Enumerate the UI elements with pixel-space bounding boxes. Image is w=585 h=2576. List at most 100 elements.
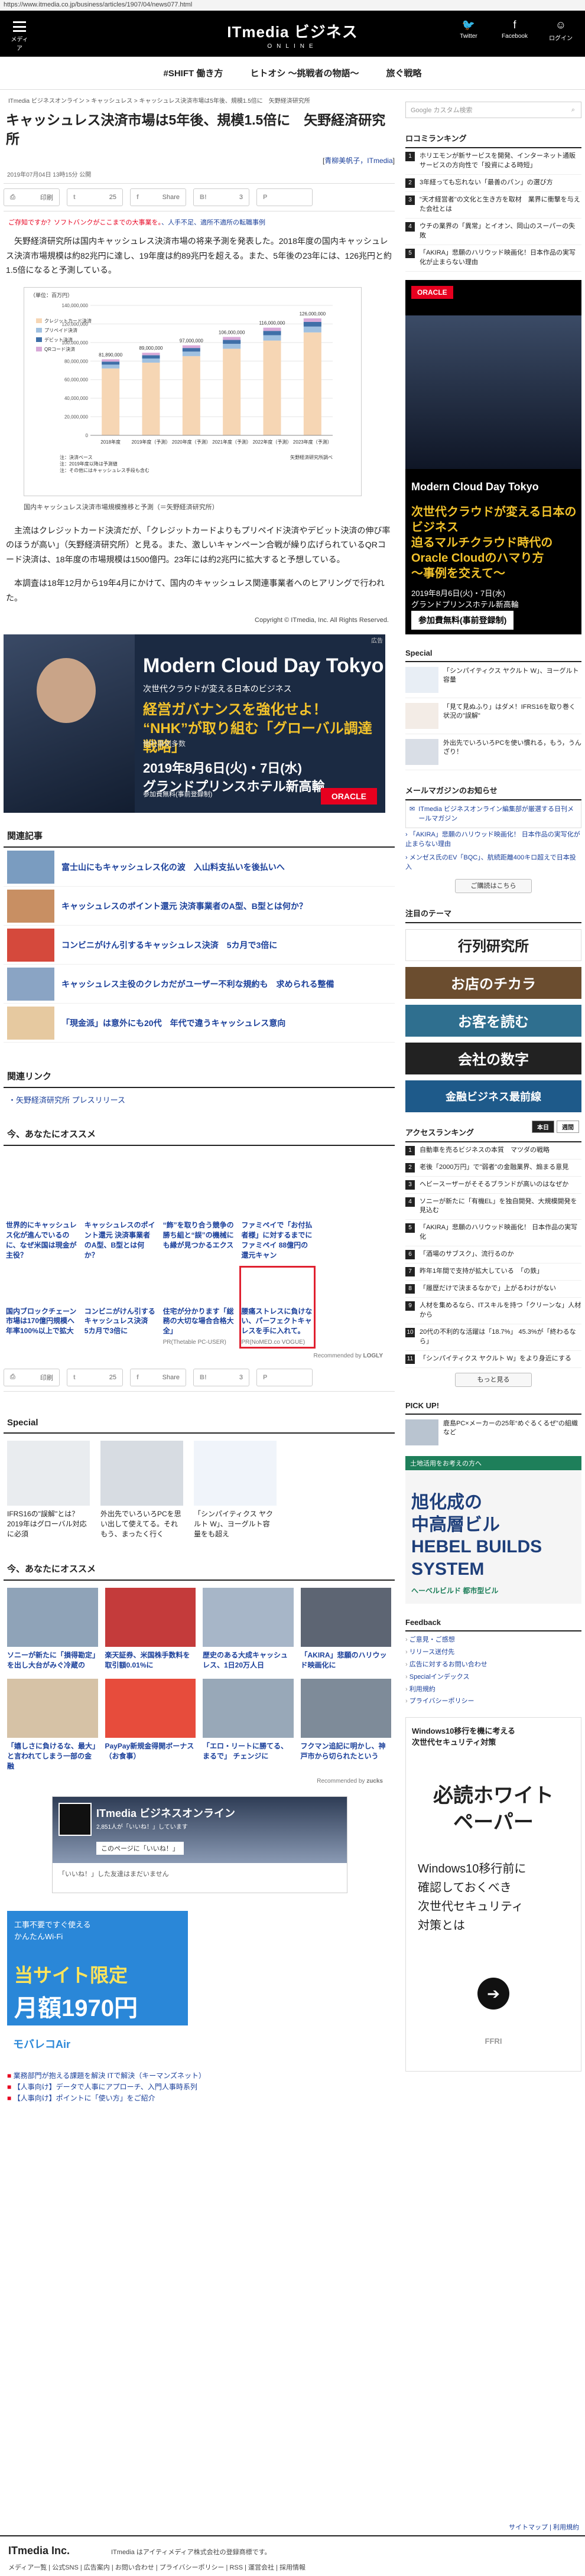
- text-link[interactable]: 【人事向け】データで人事にアプローチ、入門人事時系列: [7, 2082, 391, 2093]
- whitepaper-ad[interactable]: Windows10移行を機に考える 次世代セキュリティ対策 必読ホワイト ペーパ…: [405, 1717, 581, 2072]
- print-button[interactable]: ⎙ 印刷: [4, 1368, 60, 1386]
- site-logo[interactable]: ITmedia ビジネス ONLINE: [227, 20, 358, 50]
- tweet-button[interactable]: t 25: [67, 188, 123, 207]
- oracle-ad-banner[interactable]: 広告 Modern Cloud Day Tokyo 次世代クラウドが変える日本の…: [4, 634, 385, 813]
- register-button[interactable]: 参加費無料(事前登録制): [411, 610, 514, 630]
- recommend2-item[interactable]: 「嬉しさに負けるな、最大」と言われてしまう一部の金融: [7, 1678, 98, 1771]
- recommend2-item[interactable]: 歴史のある大成キャッシュレス、1日20万人日: [203, 1588, 294, 1670]
- arrow-right-icon[interactable]: ➔: [477, 1978, 509, 2010]
- recommend-item[interactable]: コンビニがけん引するキャッシュレス決済 5カ月で3倍に: [84, 1267, 157, 1347]
- facebook-page-card[interactable]: ITmedia ビジネスオンライン 2,851人が「いいね！」しています このペ…: [52, 1796, 347, 1894]
- mail-item[interactable]: ✉ ITmedia ビジネスオンライン編集部が厳選する日刊メールマガジン: [405, 800, 581, 828]
- recommend2-item[interactable]: ソニーが新たに「損得勘定」を出し大台がみぐ冷蔵の: [7, 1588, 98, 1670]
- hebel-ad[interactable]: 土地活用をお考えの方へ 旭化成の 中高層ビル HEBEL BUILDS SYST…: [405, 1456, 581, 1604]
- menu-button[interactable]: メディア: [8, 19, 31, 52]
- breadcrumb[interactable]: ITmedia ビジネスオンライン > キャッシュレス > キャッシュレス決済市…: [4, 90, 395, 110]
- footer-logo[interactable]: ITmedia Inc.: [8, 2545, 70, 2557]
- access-item[interactable]: 9 人材を集めるなら、ITスキルを持つ「クリーンな」人材から: [405, 1298, 581, 1325]
- recommend-item[interactable]: [320, 1152, 392, 1260]
- pocket-button[interactable]: P: [256, 1368, 313, 1386]
- oracle-side-ad[interactable]: ORACLE Modern Cloud Day Tokyo 次世代クラウドが変え…: [405, 279, 581, 634]
- pocket-button[interactable]: P: [256, 188, 313, 207]
- access-item[interactable]: 5 「AKIRA」悲願のハリウッド映画化！ 日本作品の実写化: [405, 1220, 581, 1247]
- tweet-button[interactable]: t 25: [67, 1368, 123, 1386]
- author-link[interactable]: 青柳美帆子，ITmedia: [324, 157, 392, 165]
- related-item[interactable]: 「現金派」は意外にも20代 年代で違うキャッシュレス意向: [4, 1004, 395, 1043]
- facebook-share-button[interactable]: f Share: [130, 188, 186, 207]
- tab-weekly[interactable]: 週間: [557, 1120, 579, 1133]
- search-icon[interactable]: ⌕: [571, 106, 575, 114]
- mail-item[interactable]: › 「AKIRA」悲願のハリウッド映画化！ 日本作品の実写化が止まらない理由: [405, 828, 581, 851]
- sitemap-link[interactable]: サイトマップ | 利用規約: [509, 2522, 579, 2532]
- access-item[interactable]: 10 20代の不利的な活躍は「18.7%」 45.3%が「終わるなら」: [405, 1324, 581, 1351]
- recommend-item[interactable]: ファミペイで「お付払者様」に対するまでにファミペイ 88億円の還元キャン: [241, 1152, 314, 1260]
- feedback-link[interactable]: ご意見・ご感想: [405, 1634, 581, 1646]
- related-item[interactable]: 富士山にもキャッシュレス化の波 入山料支払いを後払いへ: [4, 848, 395, 887]
- feedback-link[interactable]: 利用規約: [405, 1683, 581, 1696]
- special-item[interactable]: 外出先でいろいろPCを思い出して使えてる。それもう、まったく行く: [100, 1440, 183, 1539]
- facebook-like-button[interactable]: このページに「いいね！」: [96, 1842, 184, 1855]
- access-item[interactable]: 4 ソニーが新たに「有機EL」を独自開発、大規模開発を見込む: [405, 1194, 581, 1220]
- recommend2-item[interactable]: 「AKIRA」悲願のハリウッド映画化に: [300, 1588, 391, 1670]
- more-button[interactable]: もっと見る: [455, 1373, 532, 1387]
- access-item[interactable]: 7 昨年1年間で支持が拡大している 「の鉄」: [405, 1263, 581, 1281]
- recommend-item[interactable]: キャッシュレスのポイント還元 決済事業者のA型、B型とは何か？: [84, 1152, 157, 1260]
- feedback-link[interactable]: プライバシーポリシー: [405, 1695, 581, 1708]
- ranking-item[interactable]: 3 "天才経営者"の文化と生き方を取材 業界に衝撃を与えた会社とは: [405, 192, 581, 219]
- special-side-item[interactable]: 「シンパイティクス ヤクルト W」、ヨーグルト容量: [405, 662, 581, 698]
- twitter-link[interactable]: 🐦 Twitter: [453, 19, 485, 42]
- related-item[interactable]: コンビニがけん引するキャッシュレス決済 5カ月で3倍に: [4, 926, 395, 965]
- pickup-item[interactable]: 鹿島PC×メーカーの25年“めぐるくるぜ”の組織 など: [405, 1415, 581, 1450]
- recommend-item[interactable]: “飾”を取り合う競争の勝ち組と“誤”の機械にも縁が見つかるエクス: [162, 1152, 236, 1260]
- access-item[interactable]: 11 「シンパイティクス ヤクルト W」をより身近にする: [405, 1351, 581, 1368]
- feedback-link[interactable]: リリース送付先: [405, 1646, 581, 1659]
- feedback-link[interactable]: Specialインデックス: [405, 1671, 581, 1683]
- special-item[interactable]: IFRS16の"誤解"とは？ 2019年はグローバル対応に必須: [7, 1440, 90, 1539]
- search-input[interactable]: Google カスタム検索 ⌕: [405, 102, 581, 118]
- access-item[interactable]: 8 「履歴だけで決まるなかで」上がるわけがない: [405, 1281, 581, 1298]
- ranking-item[interactable]: 1 ホリエモンが新サービスを開発、インターネット通販サービスの方向性で「投資による…: [405, 148, 581, 175]
- theme-banner[interactable]: 金融ビジネス最前線: [405, 1080, 581, 1112]
- related-item[interactable]: キャッシュレス主役のクレカだがユーザー不利な規約も 求められる整備: [4, 965, 395, 1004]
- ranking-item[interactable]: 5 「AKIRA」悲願のハリウッド映画化！日本作品の実写化が止まらない理由: [405, 245, 581, 272]
- text-link[interactable]: 業務部門が抱える課題を解決 ITで解決（キーマンズネット）: [7, 2070, 391, 2082]
- theme-banner[interactable]: お店のチカラ: [405, 966, 581, 999]
- access-item[interactable]: 6 「酒場のサブスク」、流行るのか: [405, 1246, 581, 1264]
- theme-banner[interactable]: 行列研究所: [405, 929, 581, 961]
- login-link[interactable]: ☺ ログイン: [545, 19, 577, 42]
- hatena-button[interactable]: B! 3: [193, 1368, 249, 1386]
- facebook-link[interactable]: f Facebook: [499, 19, 531, 42]
- notice-link[interactable]: ご存知ですか？ソフトバンクがここまでの大事業を。、人手不足、適所不適所の転職事例: [4, 211, 395, 234]
- footer-links[interactable]: メディア一覧 | 公式SNS | 広告案内 | お問い合わせ | プライバシーポ…: [8, 2562, 306, 2572]
- recommend-item[interactable]: 国内ブロックチェーン市場は170億円規模へ 年率100%以上で拡大: [6, 1267, 82, 1347]
- subscribe-button[interactable]: ご購読はこちら: [455, 878, 532, 893]
- special-side-item[interactable]: 外出先でいろいろPCを使い慣れる，もう，うんざり！: [405, 734, 581, 770]
- special-item[interactable]: 「シンパイティクス ヤクルト W」、ヨーグルト容量をも超え: [194, 1440, 277, 1539]
- recommend-item-highlighted[interactable]: 腰痛ストレスに負けない、パーフェクトキャレスを手に入れて。 PR(NoMED.co…: [239, 1265, 316, 1349]
- access-item[interactable]: 2 老後「2000万円」で"弱者"の金融業界、煽まる意見: [405, 1160, 581, 1177]
- recommend-item[interactable]: 世界的にキャッシュレス化が進んでいるのに、なぜ米国は現金が主役？: [6, 1152, 79, 1260]
- subnav-strategy[interactable]: 旅ぐ戦略: [386, 67, 422, 79]
- access-item[interactable]: 3 ヘビースーザーがそそるブランドが高いのはなぜか: [405, 1177, 581, 1194]
- theme-banner[interactable]: お客を読む: [405, 1004, 581, 1037]
- text-link[interactable]: 【人事向け】ポイントに「使い方」をご紹介: [7, 2093, 391, 2104]
- access-item[interactable]: 1 自動車を売るビジネスの本質 マツダの戦略: [405, 1142, 581, 1160]
- recommend2-item[interactable]: フクマン追記に明かし、神戸市から切られたという: [300, 1678, 391, 1771]
- ranking-item[interactable]: 2 3年経っても忘れない「最善のパン」の選び方: [405, 175, 581, 192]
- recommend-item[interactable]: 住宅が分かります「総務の大切な場合合格大全」 PR(Thetable PC-USE…: [162, 1267, 236, 1347]
- recommend-item[interactable]: [320, 1267, 392, 1347]
- subnav-shift[interactable]: #SHIFT 働き方: [163, 67, 223, 79]
- theme-banner[interactable]: 会社の数字: [405, 1042, 581, 1074]
- print-button[interactable]: ⎙ 印刷: [4, 188, 60, 207]
- mail-item[interactable]: › メンゼス氏のEV「BQC」、航続距離400キロ超えで日本投入: [405, 851, 581, 874]
- related-item[interactable]: キャッシュレスのポイント還元 決済事業者のA型、B型とは何か？: [4, 887, 395, 926]
- recommend2-item[interactable]: 楽天証券、米国株手数料を取引額0.01%に: [105, 1588, 196, 1670]
- feedback-link[interactable]: 広告に対するお問い合わせ: [405, 1659, 581, 1671]
- ranking-item[interactable]: 4 ウチの業界の「異常」とイオン、岡山のスーパーの失敗: [405, 219, 581, 245]
- recommend2-item[interactable]: PayPay新規金得開ボーナス（お食事）: [105, 1678, 196, 1771]
- subnav-hitooshi[interactable]: ヒトオシ ～挑戦者の物語～: [250, 67, 359, 79]
- special-side-item[interactable]: 「見て見ぬふり」はダメ！IFRS16を取り巻く状況の"誤解": [405, 698, 581, 734]
- url-bar[interactable]: https://www.itmedia.co.jp/business/artic…: [0, 0, 585, 11]
- tab-today[interactable]: 本日: [532, 1120, 554, 1133]
- related-link[interactable]: ・矢野経済研究所 プレスリリース: [4, 1088, 395, 1105]
